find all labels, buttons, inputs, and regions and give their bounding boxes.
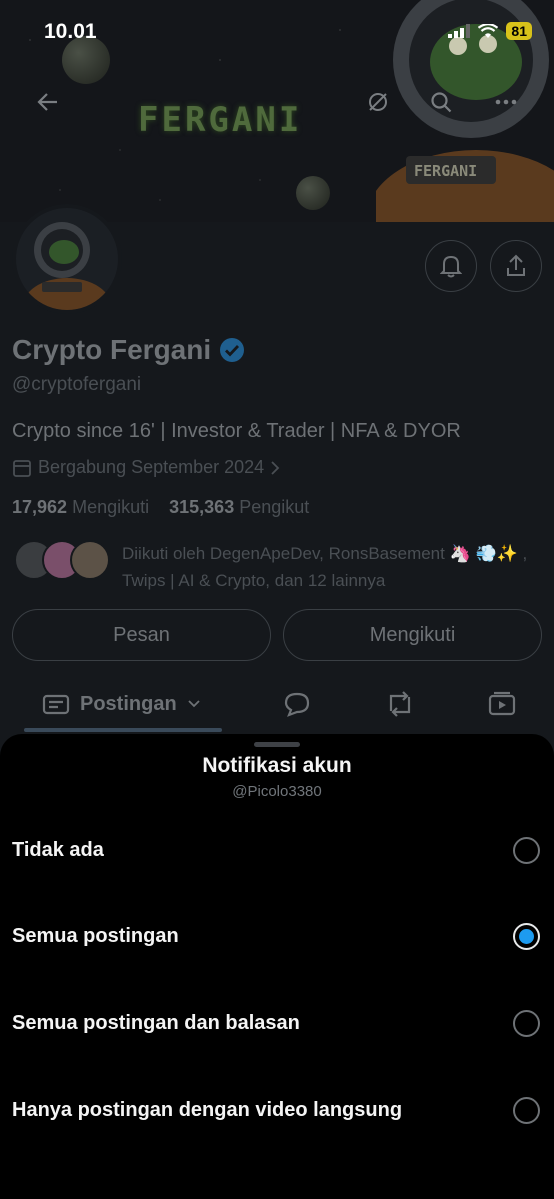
more-dots-icon bbox=[495, 99, 517, 105]
following-stat[interactable]: 17,962 Mengikuti bbox=[12, 497, 149, 517]
chevron-right-icon bbox=[271, 460, 280, 475]
grok-button[interactable] bbox=[358, 82, 398, 122]
followed-by-text: Diikuti oleh DegenApeDev, RonsBasement 🦄… bbox=[122, 544, 528, 590]
signal-icon bbox=[448, 24, 471, 38]
battery-indicator: 81 bbox=[506, 22, 532, 40]
followers-label: Pengikut bbox=[239, 497, 310, 517]
follower-avatars bbox=[14, 540, 110, 594]
status-time: 10.01 bbox=[44, 20, 97, 43]
more-button[interactable] bbox=[486, 82, 526, 122]
sheet-subtitle: @Picolo3380 bbox=[232, 783, 322, 800]
avatar bbox=[70, 540, 110, 580]
repost-icon bbox=[389, 691, 411, 717]
search-button[interactable] bbox=[421, 82, 461, 122]
active-tab-indicator bbox=[24, 728, 222, 732]
option-live-video-only[interactable]: Hanya postingan dengan video langsung bbox=[0, 1080, 554, 1140]
back-arrow-icon bbox=[37, 93, 57, 111]
following-label: Mengikuti bbox=[72, 497, 150, 517]
tab-replies[interactable] bbox=[283, 676, 311, 732]
banner-planet bbox=[296, 176, 330, 210]
banner-logo: FERGANI bbox=[138, 100, 303, 140]
share-icon bbox=[507, 254, 525, 276]
notification-settings-sheet: Notifikasi akun @Picolo3380 Tidak ada Se… bbox=[0, 734, 554, 1199]
notification-bell-button[interactable] bbox=[425, 240, 477, 292]
option-label: Tidak ada bbox=[12, 838, 104, 861]
option-label: Semua postingan bbox=[12, 924, 179, 947]
grok-icon bbox=[369, 93, 387, 111]
profile-name: Crypto Fergani bbox=[12, 334, 212, 365]
tab-media[interactable] bbox=[488, 676, 516, 732]
profile-handle: @cryptofergani bbox=[12, 374, 142, 395]
tab-posts-label: Postingan bbox=[80, 692, 177, 715]
option-label: Hanya postingan dengan video langsung bbox=[12, 1098, 403, 1121]
radio-button-selected[interactable] bbox=[513, 922, 540, 950]
sheet-grabber[interactable] bbox=[254, 742, 300, 747]
svg-text:FERGANI: FERGANI bbox=[414, 162, 477, 180]
profile-banner[interactable]: FERGANI FERGANI 10.01 81 bbox=[0, 0, 554, 222]
radio-button[interactable] bbox=[513, 1096, 540, 1124]
verified-badge-icon[interactable] bbox=[219, 337, 245, 363]
sheet-title: Notifikasi akun bbox=[202, 754, 352, 777]
status-bar: 10.01 81 bbox=[0, 0, 554, 66]
profile-avatar[interactable] bbox=[12, 204, 122, 314]
follow-stats: 17,962 Mengikuti 315,363 Pengikut bbox=[12, 497, 309, 518]
radio-button[interactable] bbox=[513, 836, 540, 864]
tab-reposts[interactable] bbox=[385, 676, 415, 732]
joined-date[interactable]: Bergabung September 2024 bbox=[12, 457, 280, 478]
bell-plus-icon bbox=[440, 255, 462, 278]
tab-posts[interactable]: Postingan bbox=[42, 676, 201, 732]
wifi-icon bbox=[478, 23, 499, 38]
option-all-posts[interactable]: Semua postingan bbox=[0, 906, 554, 966]
following-count: 17,962 bbox=[12, 497, 68, 517]
search-icon bbox=[431, 92, 452, 113]
posts-icon bbox=[42, 694, 70, 715]
message-button[interactable]: Pesan bbox=[12, 609, 271, 661]
followers-count: 315,363 bbox=[169, 497, 235, 517]
back-button[interactable] bbox=[28, 82, 68, 122]
followers-stat[interactable]: 315,363 Pengikut bbox=[169, 497, 309, 517]
chevron-down-icon bbox=[188, 700, 200, 708]
option-label: Semua postingan dan balasan bbox=[12, 1011, 300, 1034]
profile-bio: Crypto since 16' | Investor & Trader | N… bbox=[12, 420, 461, 442]
option-posts-and-replies[interactable]: Semua postingan dan balasan bbox=[0, 993, 554, 1053]
following-button[interactable]: Mengikuti bbox=[283, 609, 542, 661]
radio-button[interactable] bbox=[513, 1009, 540, 1037]
video-icon bbox=[488, 691, 516, 716]
reply-bubble-icon bbox=[284, 692, 310, 717]
avatar-image bbox=[16, 208, 118, 310]
profile-tabs: Postingan bbox=[0, 676, 554, 732]
joined-text: Bergabung September 2024 bbox=[38, 457, 265, 477]
followed-by[interactable]: Diikuti oleh DegenApeDev, RonsBasement 🦄… bbox=[14, 540, 544, 594]
calendar-icon bbox=[13, 459, 31, 477]
profile-name-row: Crypto Fergani bbox=[12, 334, 245, 366]
option-none[interactable]: Tidak ada bbox=[0, 820, 554, 880]
share-button[interactable] bbox=[490, 240, 542, 292]
